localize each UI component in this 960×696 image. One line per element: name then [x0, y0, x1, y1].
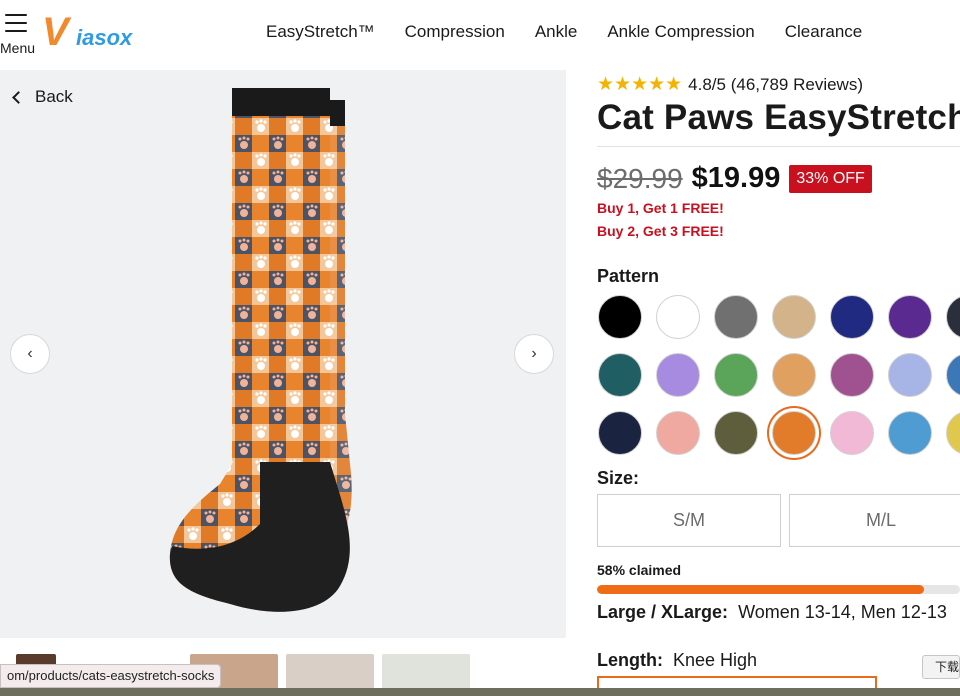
previous-image-button[interactable]: ‹ [10, 334, 50, 374]
size-detail: Large / XLarge: Women 13-14, Men 12-13 [597, 602, 947, 622]
pattern-swatch-pastel-pattern[interactable] [830, 411, 874, 455]
pattern-swatch-tan[interactable] [772, 295, 816, 339]
pattern-swatch-teal-pattern[interactable] [598, 353, 642, 397]
promo-text: Buy 1, Get 1 FREE! [597, 200, 724, 216]
size-option-sm[interactable]: S/M [597, 494, 781, 547]
pattern-swatch-blue-cats[interactable] [888, 411, 932, 455]
pattern-label: Pattern [597, 266, 660, 286]
nav-ankle[interactable]: Ankle [535, 22, 578, 42]
discount-badge: 33% OFF [789, 164, 872, 193]
translate-button[interactable]: 下载 [922, 655, 960, 679]
pattern-swatch-cat-paws[interactable] [772, 411, 816, 455]
promo-text: Buy 2, Get 3 FREE! [597, 223, 724, 239]
pattern-swatch-space[interactable] [598, 411, 642, 455]
size-label: Size: [597, 468, 640, 488]
claimed-progress-bar [597, 585, 960, 594]
pattern-swatch-lavender-pattern[interactable] [888, 353, 932, 397]
site-header: Menu V iasox EasyStretch™ Compression An… [0, 0, 960, 68]
divider [597, 146, 960, 147]
pattern-swatch-purple[interactable] [888, 295, 932, 339]
pattern-swatch-pink-floral[interactable] [830, 353, 874, 397]
pattern-swatch-navy[interactable] [830, 295, 874, 339]
original-price: $29.99 [597, 162, 683, 194]
nav-easystretch[interactable]: EasyStretch™ [266, 22, 375, 42]
pattern-swatch-purple-floral[interactable] [656, 353, 700, 397]
price-row: $29.99 $19.99 33% OFF [597, 162, 872, 195]
product-image [169, 88, 352, 612]
site-logo[interactable]: V iasox [42, 12, 146, 52]
pattern-swatch-gray[interactable] [714, 295, 758, 339]
back-label: Back [35, 87, 73, 106]
status-url: om/products/cats-easystretch-socks [0, 664, 222, 688]
star-rating-icon: ★★★★★ [597, 74, 683, 95]
rating-summary[interactable]: ★★★★★ 4.8/5 (46,789 Reviews) [597, 73, 863, 96]
hamburger-icon [5, 14, 27, 38]
pattern-swatch-white[interactable] [656, 295, 700, 339]
pattern-swatch-black[interactable] [598, 295, 642, 339]
claimed-progress-fill [597, 585, 924, 594]
length-row: Length: Knee High [597, 650, 758, 670]
pattern-swatch-camo[interactable] [714, 411, 758, 455]
sale-price: $19.99 [691, 162, 781, 194]
product-gallery: Back ‹ › [0, 70, 566, 638]
pattern-swatch-yellow-pattern[interactable] [946, 411, 960, 455]
claimed-text: 58% claimed [597, 562, 682, 578]
size-option-ml[interactable]: M/L [789, 494, 960, 547]
dock-strip [0, 688, 960, 696]
main-nav: EasyStretch™ Compression Ankle Ankle Com… [266, 22, 892, 42]
chevron-left-icon [12, 90, 25, 104]
pattern-swatch-blue-yellow[interactable] [946, 353, 960, 397]
pattern-swatch-pink-cats[interactable] [656, 411, 700, 455]
rating-text: 4.8/5 (46,789 Reviews) [688, 74, 863, 94]
nav-clearance[interactable]: Clearance [785, 22, 863, 42]
menu-button[interactable]: Menu [0, 8, 40, 58]
chevron-left-icon: ‹ [27, 345, 33, 362]
menu-label: Menu [0, 40, 36, 56]
product-info: ★★★★★ 4.8/5 (46,789 Reviews) Cat Paws Ea… [597, 70, 960, 696]
pattern-swatch-dark-pattern[interactable] [946, 295, 960, 339]
pattern-swatch-colorful-blocks[interactable] [714, 353, 758, 397]
pattern-swatch-cat-faces[interactable] [772, 353, 816, 397]
back-button[interactable]: Back [10, 87, 73, 107]
nav-ankle-compression[interactable]: Ankle Compression [607, 22, 754, 42]
nav-compression[interactable]: Compression [405, 22, 505, 42]
product-title: Cat Paws EasyStretch™ [597, 98, 960, 137]
next-image-button[interactable]: › [514, 334, 554, 374]
chevron-right-icon: › [531, 345, 537, 362]
